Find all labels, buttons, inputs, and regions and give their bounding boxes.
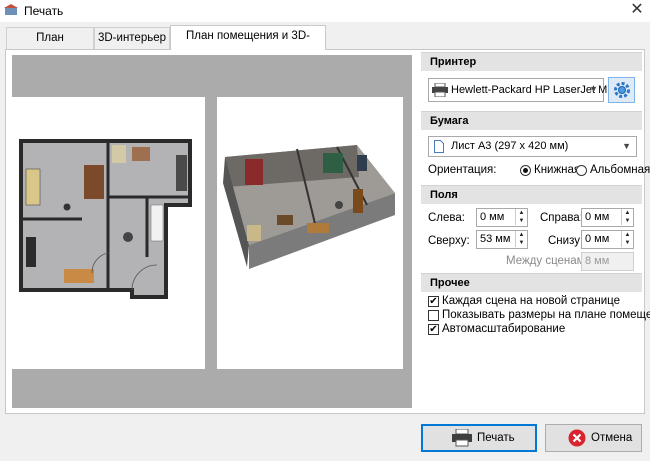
document-icon: [434, 140, 444, 153]
preview-page-3d: [217, 97, 403, 369]
orientation-landscape-label: Альбомная: [590, 164, 650, 176]
preview-page-floor-plan: [12, 97, 205, 369]
margin-left-value: 0 мм: [480, 211, 505, 223]
spin-down-icon[interactable]: ▼: [515, 239, 527, 247]
show-dimensions-checkbox[interactable]: [428, 310, 439, 321]
paper-select[interactable]: Лист A3 (297 x 420 мм) ▼: [428, 136, 637, 157]
printer-settings-button[interactable]: [608, 77, 635, 103]
spin-down-icon[interactable]: ▼: [621, 239, 633, 247]
margin-right-value: 0 мм: [585, 211, 610, 223]
each-scene-new-page-label: Каждая сцена на новой странице: [442, 295, 620, 307]
cancel-icon: [568, 429, 586, 447]
spin-up-icon[interactable]: ▲: [621, 231, 633, 239]
window-close-button[interactable]: ✕: [624, 0, 650, 22]
orientation-portrait-radio[interactable]: [520, 165, 531, 176]
spin-down-icon[interactable]: ▼: [515, 217, 527, 225]
orientation-portrait-label: Книжная: [534, 164, 581, 176]
spin-down-icon[interactable]: ▼: [621, 217, 633, 225]
margin-bottom-label: Снизу:: [548, 235, 584, 247]
spin-up-icon[interactable]: ▲: [621, 209, 633, 217]
section-printer: Принтер: [421, 52, 642, 71]
printer-icon: [452, 429, 472, 447]
tab-plan-and-3d[interactable]: План помещения и 3D-интерьер: [170, 25, 326, 62]
each-scene-new-page-checkbox[interactable]: ✔: [428, 296, 439, 307]
print-button[interactable]: Печать: [421, 424, 537, 452]
print-button-label: Печать: [477, 432, 515, 444]
section-paper: Бумага: [421, 111, 642, 130]
app-icon: [4, 4, 18, 15]
section-margins: Поля: [421, 185, 642, 204]
spin-up-icon[interactable]: ▲: [515, 209, 527, 217]
between-scenes-value: 8 мм: [585, 255, 610, 267]
between-scenes-input[interactable]: 8 мм: [581, 252, 634, 271]
autoscale-label: Автомасштабирование: [442, 323, 566, 335]
spin-up-icon[interactable]: ▲: [515, 231, 527, 239]
chevron-down-icon: ▼: [589, 84, 598, 94]
floor-plan-image: [19, 139, 192, 299]
section-other: Прочее: [421, 273, 642, 292]
margin-left-label: Слева:: [428, 212, 465, 224]
margin-left-input[interactable]: 0 мм ▲ ▼: [476, 208, 528, 227]
tab-3d-interior[interactable]: 3D-интерьер: [94, 27, 170, 49]
chevron-down-icon: ▼: [622, 141, 631, 151]
margin-right-input[interactable]: 0 мм ▲ ▼: [581, 208, 634, 227]
margin-top-input[interactable]: 53 мм ▲ ▼: [476, 230, 528, 249]
interior-3d-image: [223, 145, 395, 269]
window-title: Печать: [24, 4, 64, 18]
margin-top-label: Сверху:: [428, 235, 470, 247]
title-bar: Печать ✕: [0, 0, 650, 22]
margin-bottom-input[interactable]: 0 мм ▲ ▼: [581, 230, 634, 249]
paper-select-value: Лист A3 (297 x 420 мм): [451, 140, 569, 152]
gear-icon: [614, 82, 630, 98]
print-preview: [12, 55, 412, 408]
margin-top-value: 53 мм: [480, 233, 511, 245]
orientation-label: Ориентация:: [428, 164, 497, 176]
show-dimensions-label: Показывать размеры на плане помещения: [442, 309, 650, 321]
orientation-landscape-radio[interactable]: [576, 165, 587, 176]
cancel-button-label: Отмена: [591, 432, 633, 444]
printer-icon: [432, 83, 448, 97]
cancel-button[interactable]: Отмена: [545, 424, 642, 452]
printer-select[interactable]: Hewlett-Packard HP LaserJet M... ▼: [428, 78, 616, 102]
autoscale-checkbox[interactable]: ✔: [428, 324, 439, 335]
margin-right-label: Справа:: [540, 212, 583, 224]
tab-floor-plan[interactable]: План помещения: [6, 27, 94, 64]
margin-bottom-value: 0 мм: [585, 233, 610, 245]
